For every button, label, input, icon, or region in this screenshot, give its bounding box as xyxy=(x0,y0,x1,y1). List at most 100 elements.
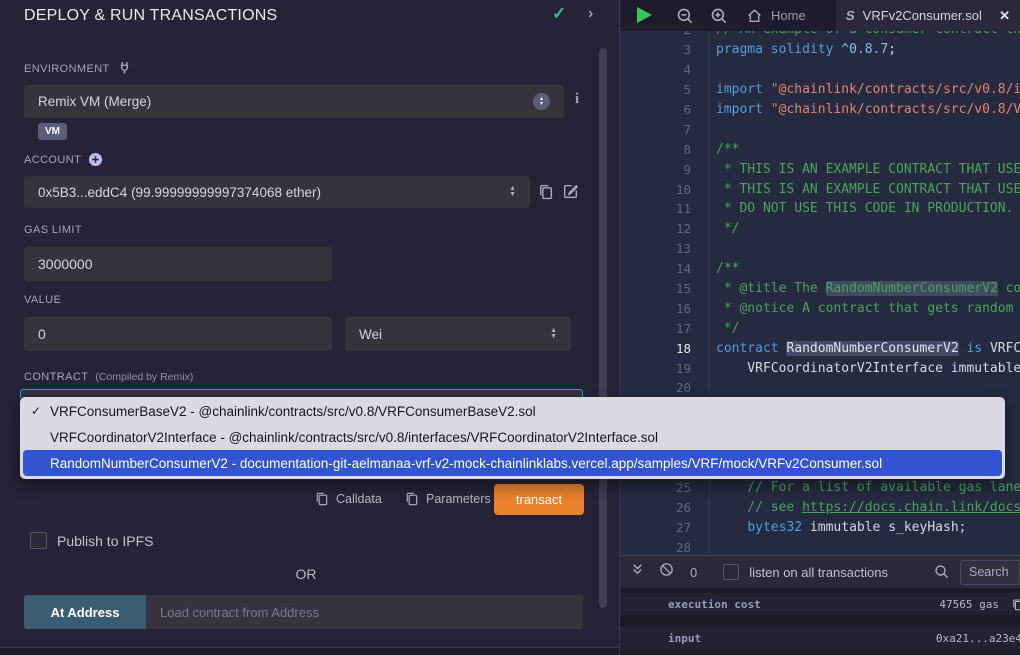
contract-dropdown-option[interactable]: VRFCoordinatorV2Interface - @chainlink/c… xyxy=(20,424,1005,450)
terminal-toolbar: 0 listen on all transactions xyxy=(620,555,1020,588)
value-label: VALUE xyxy=(24,294,61,306)
panel-scrollbar[interactable] xyxy=(599,48,607,608)
line-number: 28 xyxy=(620,540,705,555)
code-line: 4 xyxy=(620,60,1020,80)
line-content: pragma solidity ^0.8.7; xyxy=(705,42,896,57)
code-line: 10 * THIS IS AN EXAMPLE CONTRACT THAT US… xyxy=(620,179,1020,199)
line-number: 4 xyxy=(620,62,705,77)
line-number: 5 xyxy=(620,82,705,97)
line-content: * THIS IS AN EXAMPLE CONTRACT THAT USES xyxy=(705,182,1020,197)
line-content: * DO NOT USE THIS CODE IN PRODUCTION. xyxy=(705,201,1013,216)
terminal-row-value: 47565 gas xyxy=(939,598,1014,611)
code-line: 7 xyxy=(620,119,1020,139)
code-line: 2// An example of a consumer contract th… xyxy=(620,31,1020,40)
plug-icon xyxy=(117,61,132,76)
zoom-in-icon[interactable] xyxy=(710,7,728,25)
contract-label: CONTRACT (Compiled by Remix) xyxy=(24,371,193,383)
chevron-updown-icon: ▲▼ xyxy=(509,186,516,198)
copy-icon[interactable] xyxy=(1011,598,1020,611)
line-content: * @notice A contract that gets random v xyxy=(705,301,1020,316)
code-line: 3pragma solidity ^0.8.7; xyxy=(620,40,1020,60)
deploy-run-panel: DEPLOY & RUN TRANSACTIONS ✓ › ENVIRONMEN… xyxy=(0,0,620,655)
environment-value: Remix VM (Merge) xyxy=(38,94,151,109)
line-number: 17 xyxy=(620,321,705,336)
chevron-updown-icon: ▲▼ xyxy=(550,328,557,340)
line-content: import "@chainlink/contracts/src/v0.8/VR xyxy=(705,102,1020,117)
line-number: 12 xyxy=(620,221,705,236)
line-number: 26 xyxy=(620,500,705,515)
line-number: 6 xyxy=(620,102,705,117)
publish-ipfs-label: Publish to IPFS xyxy=(57,533,154,549)
gas-limit-input[interactable] xyxy=(24,247,332,281)
account-value: 0x5B3...eddC4 (99.99999999997374068 ethe… xyxy=(38,185,321,200)
run-script-icon[interactable] xyxy=(637,7,652,23)
check-icon: ✓ xyxy=(31,404,41,418)
terminal-row: input0xa21...a23e4 xyxy=(620,627,1020,649)
at-address-button[interactable]: At Address xyxy=(24,595,146,629)
environment-select[interactable]: Remix VM (Merge) ▲▼ xyxy=(24,85,564,118)
code-line: 6import "@chainlink/contracts/src/v0.8/V… xyxy=(620,100,1020,120)
line-content: // For a list of available gas lanes xyxy=(705,480,1020,495)
line-number: 13 xyxy=(620,241,705,256)
contract-dropdown: ✓VRFConsumerBaseV2 - @chainlink/contract… xyxy=(20,397,1005,479)
gas-limit-label: GAS LIMIT xyxy=(24,224,82,236)
tab-vrfv2consumer[interactable]: S VRFv2Consumer.sol ✕ xyxy=(836,0,1020,31)
tab-home[interactable]: Home xyxy=(740,0,812,31)
option-label: VRFCoordinatorV2Interface - @chainlink/c… xyxy=(50,430,658,445)
collapse-panel-icon[interactable]: › xyxy=(588,5,593,23)
info-icon[interactable]: i xyxy=(575,91,579,108)
calldata-button[interactable]: Calldata xyxy=(314,491,382,506)
code-line: 5import "@chainlink/contracts/src/v0.8/i… xyxy=(620,80,1020,100)
line-content: /** xyxy=(705,261,739,276)
line-content: */ xyxy=(705,221,739,236)
or-divider-label: OR xyxy=(0,566,612,582)
line-number: 7 xyxy=(620,122,705,137)
clear-console-icon[interactable] xyxy=(659,562,674,582)
value-unit-select[interactable]: Wei ▲▼ xyxy=(345,317,571,351)
environment-label: ENVIRONMENT xyxy=(24,61,132,76)
line-number: 20 xyxy=(620,380,705,395)
chevron-updown-icon: ▲▼ xyxy=(533,93,550,110)
contract-dropdown-option[interactable]: RandomNumberConsumerV2 - documentation-g… xyxy=(23,450,1002,476)
add-account-icon[interactable] xyxy=(88,152,103,167)
parameters-button[interactable]: Parameters xyxy=(404,491,491,506)
code-line: 27 bytes32 immutable s_keyHash; xyxy=(620,517,1020,537)
terminal-search-input[interactable] xyxy=(960,560,1020,585)
line-content: // see https://docs.chain.link/docs/ xyxy=(705,500,1020,515)
line-number: 16 xyxy=(620,301,705,316)
line-content: // An example of a consumer contract tha… xyxy=(705,31,1020,37)
copy-icon xyxy=(404,491,419,506)
line-number: 10 xyxy=(620,182,705,197)
line-content: contract RandomNumberConsumerV2 is VRFCo xyxy=(705,341,1020,356)
listen-all-checkbox[interactable] xyxy=(723,564,739,580)
close-tab-icon[interactable]: ✕ xyxy=(999,8,1010,24)
account-select[interactable]: 0x5B3...eddC4 (99.99999999997374068 ethe… xyxy=(24,176,530,208)
code-line: 9 * THIS IS AN EXAMPLE CONTRACT THAT USE… xyxy=(620,159,1020,179)
code-line: 15 * @title The RandomNumberConsumerV2 c… xyxy=(620,279,1020,299)
line-content: bytes32 immutable s_keyHash; xyxy=(705,520,966,535)
publish-ipfs-checkbox[interactable] xyxy=(30,532,47,549)
code-line: 16 * @notice A contract that gets random… xyxy=(620,298,1020,318)
transact-button[interactable]: transact xyxy=(494,484,584,515)
line-number: 2 xyxy=(620,31,705,37)
panel-title: DEPLOY & RUN TRANSACTIONS xyxy=(24,7,277,25)
line-number: 25 xyxy=(620,480,705,495)
terminal-row-value: 0xa21...a23e4 xyxy=(936,632,1014,645)
line-number: 3 xyxy=(620,42,705,57)
account-label: ACCOUNT xyxy=(24,152,103,167)
listen-all-label: listen on all transactions xyxy=(749,565,888,580)
copy-account-icon[interactable] xyxy=(537,183,554,200)
code-line: 18contract RandomNumberConsumerV2 is VRF… xyxy=(620,338,1020,358)
line-number: 27 xyxy=(620,520,705,535)
value-input[interactable] xyxy=(24,317,332,351)
zoom-out-icon[interactable] xyxy=(676,7,694,25)
at-address-input[interactable] xyxy=(146,595,583,629)
code-line: 19 VRFCoordinatorV2Interface immutable xyxy=(620,358,1020,378)
panel-bottom-strip xyxy=(0,648,619,655)
terminal-row: execution cost47565 gas xyxy=(620,593,1020,615)
edit-account-icon[interactable] xyxy=(562,183,579,200)
line-content: /** xyxy=(705,142,739,157)
expand-terminal-icon[interactable] xyxy=(630,562,645,582)
line-content: VRFCoordinatorV2Interface immutable xyxy=(705,361,1020,376)
contract-dropdown-option[interactable]: ✓VRFConsumerBaseV2 - @chainlink/contract… xyxy=(20,398,1005,424)
